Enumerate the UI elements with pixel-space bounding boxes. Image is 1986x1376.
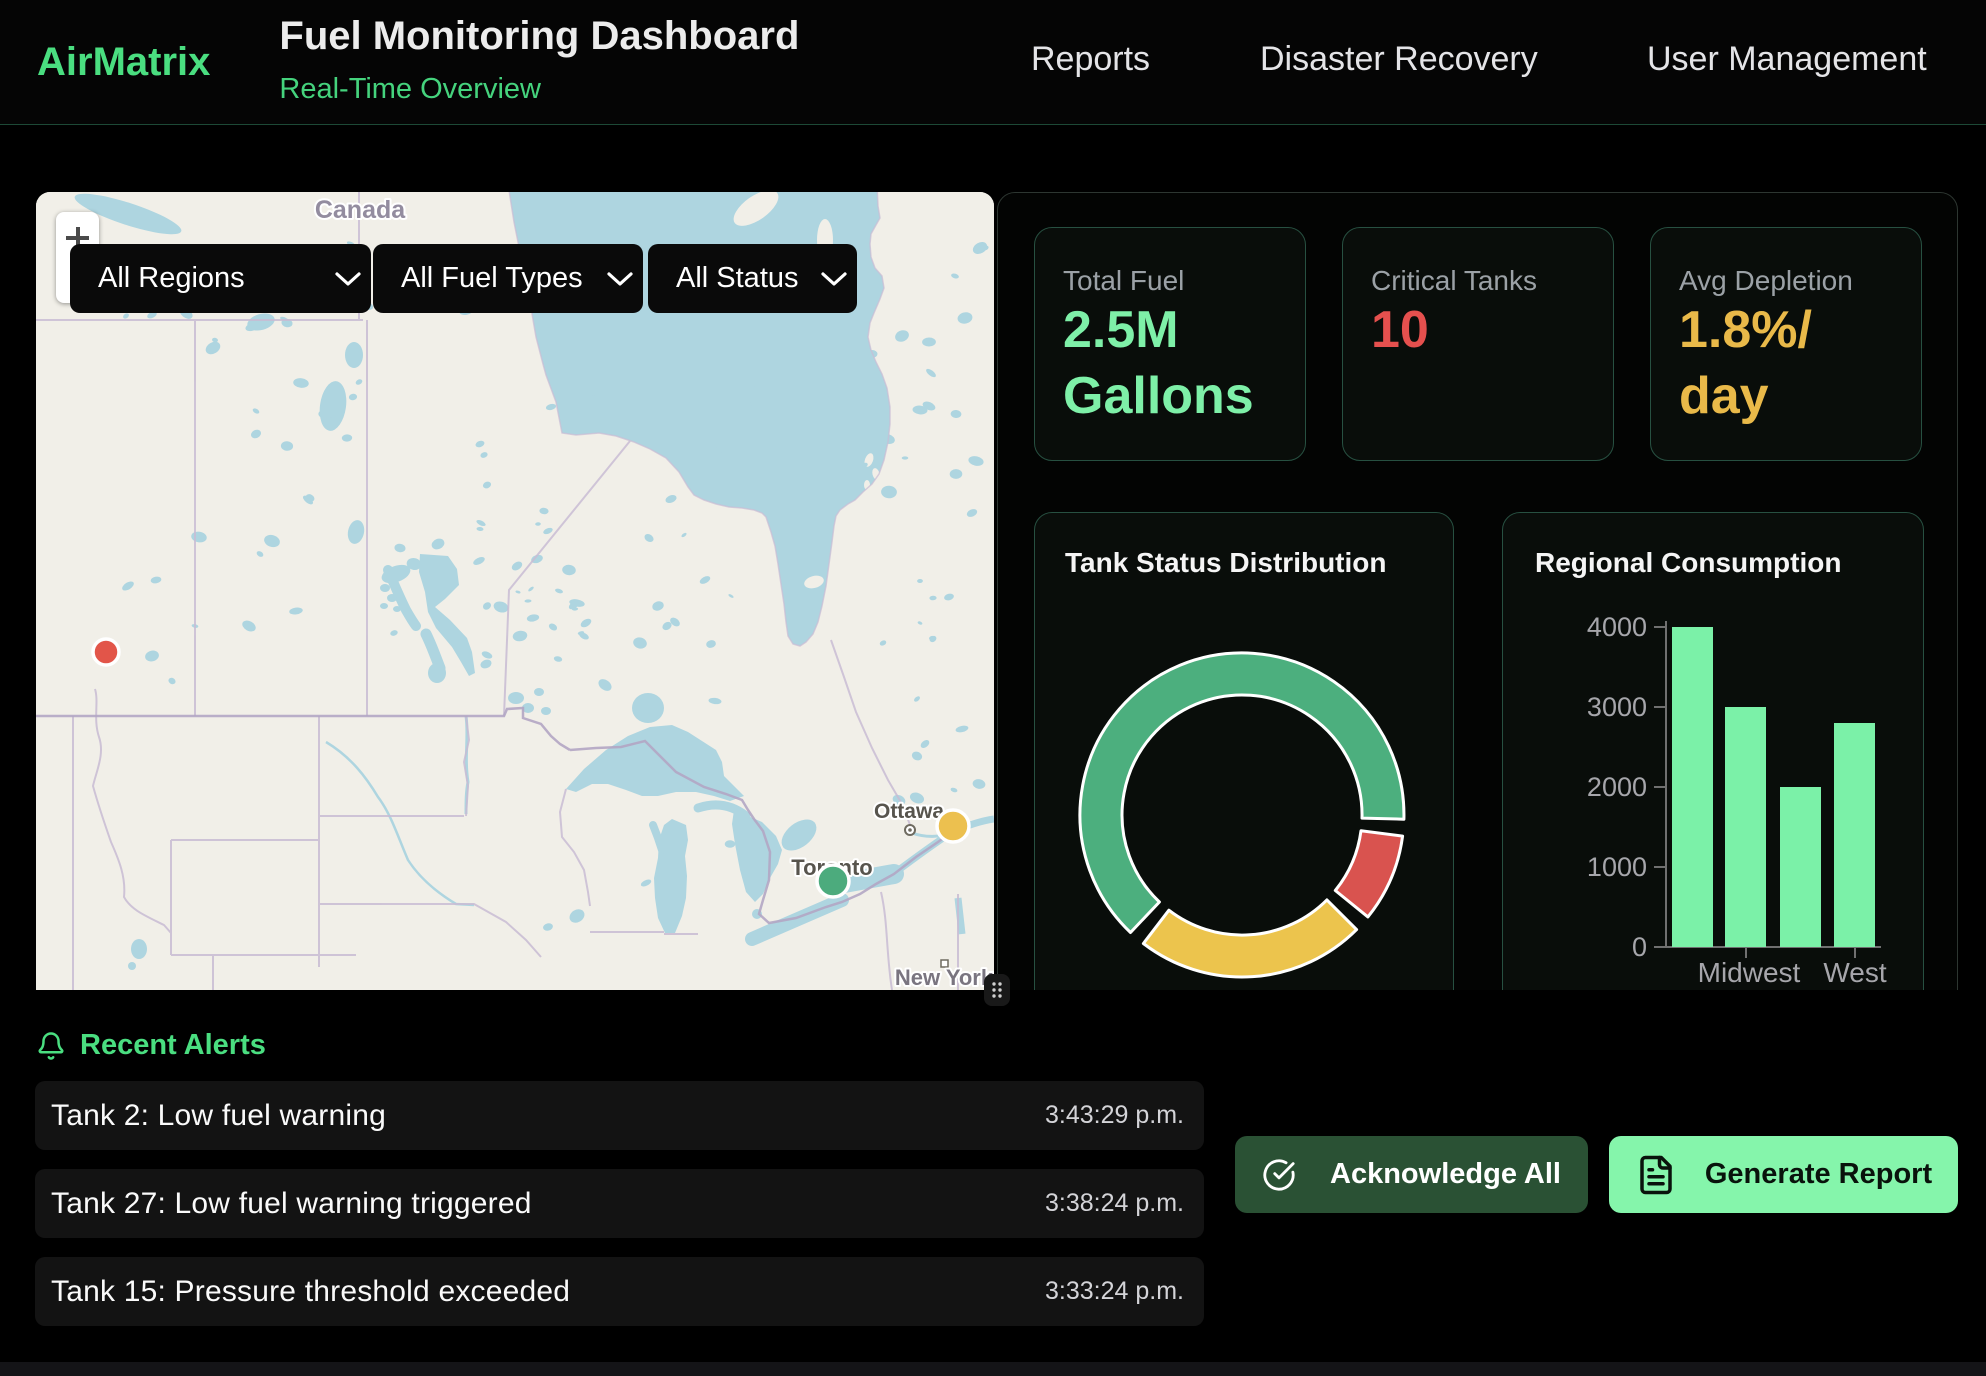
svg-text:Canada: Canada (315, 196, 406, 224)
svg-text:3000: 3000 (1587, 692, 1647, 722)
svg-text:0: 0 (1632, 932, 1647, 962)
svg-text:New York: New York (895, 965, 994, 990)
svg-text:1000: 1000 (1587, 852, 1647, 882)
svg-text:Ottawa: Ottawa (874, 800, 944, 823)
svg-text:4000: 4000 (1587, 612, 1647, 642)
svg-text:2000: 2000 (1587, 772, 1647, 802)
svg-text:West: West (1823, 957, 1886, 988)
svg-text:Midwest: Midwest (1698, 957, 1801, 988)
